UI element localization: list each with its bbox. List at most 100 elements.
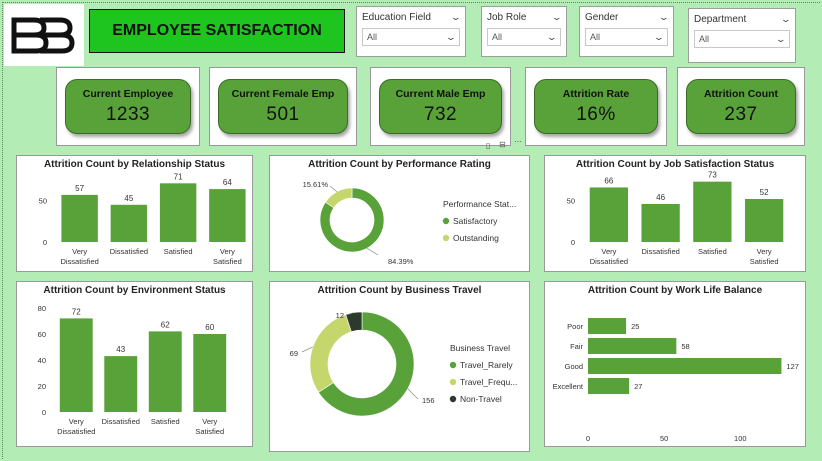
x-tick-label: 100	[734, 434, 747, 443]
x-tick-label: Very	[757, 247, 772, 256]
focus-mode-icon[interactable]: ⊟	[499, 140, 506, 149]
chevron-down-icon[interactable]: ⌄	[451, 12, 462, 23]
kpi-card-attrition-rate: Attrition Rate 16%	[525, 67, 667, 146]
kpi-value: 732	[423, 103, 458, 125]
kpi-label: Current Employee	[82, 87, 174, 100]
y-tick-label: 40	[38, 356, 46, 365]
legend-marker	[442, 234, 450, 242]
donut-slice[interactable]	[324, 187, 353, 209]
slicer-label: Department	[694, 13, 747, 25]
chart-performance-rating: Attrition Count by Performance Rating 84…	[269, 155, 530, 272]
chart-canvas: 50057VeryDissatisfied45Dissatisfied71Sat…	[39, 172, 246, 266]
chart-relationship-status: Attrition Count by Relationship Status 5…	[16, 155, 253, 272]
legend-marker	[449, 361, 457, 369]
slicer-value: All	[590, 32, 601, 42]
kpi-value: 237	[724, 103, 758, 125]
chart-canvas: Poor 25 Fair 58 Good 127 Excellent 27 0 50 100	[553, 318, 799, 443]
bar[interactable]	[104, 356, 138, 412]
chevron-down-icon: ⌄	[445, 31, 457, 42]
kpi-value: 16%	[576, 103, 616, 125]
leader-line	[366, 247, 379, 256]
bar[interactable]	[193, 334, 227, 412]
legend-title: Business Travel	[450, 343, 510, 353]
kpi-card-current-female-emp: Current Female Emp 501	[209, 67, 357, 146]
y-tick-label: 50	[39, 197, 47, 206]
bar[interactable]	[110, 204, 148, 242]
bar[interactable]	[641, 203, 680, 242]
leader-line	[329, 185, 338, 193]
kpi-card-attrition-count: Attrition Count 237	[677, 67, 805, 146]
y-tick-label: Fair	[570, 342, 583, 351]
slicer-gender[interactable]: Gender ⌄ All ⌄	[579, 6, 674, 57]
bar[interactable]	[59, 318, 93, 412]
x-tick-label: Very	[601, 247, 616, 256]
x-tick-label: Satisfied	[698, 247, 727, 256]
kpi-card-current-employee: Current Employee 1233	[56, 67, 200, 146]
chart-canvas: 50066VeryDissatisfied46Dissatisfied73Sat…	[567, 171, 784, 266]
x-tick-label: Satisfied	[195, 427, 224, 436]
chart-business-travel: Attrition Count by Business Travel 156 69…	[269, 281, 530, 452]
chevron-down-icon[interactable]: ⌄	[781, 14, 792, 25]
logo-icon	[11, 17, 75, 54]
y-tick-label: Good	[565, 362, 583, 371]
chevron-down-icon[interactable]: ⌄	[552, 12, 563, 23]
chart-canvas: 84.39% 15.61% Performance Stat... Satisfact…	[303, 180, 517, 266]
data-label: 57	[75, 184, 84, 193]
data-label: 127	[786, 362, 799, 371]
slicer-education-field[interactable]: Education Field ⌄ All ⌄	[356, 6, 466, 57]
bar[interactable]	[588, 358, 782, 374]
slicer-value: All	[492, 32, 503, 42]
legend-marker	[449, 395, 457, 403]
chart-work-life-balance: Attrition Count by Work Life Balance Poo…	[544, 281, 806, 447]
chevron-down-icon: ⌄	[546, 31, 558, 42]
slicer-job-role[interactable]: Job Role ⌄ All ⌄	[481, 6, 567, 57]
data-label: 27	[634, 382, 642, 391]
bar[interactable]	[209, 189, 246, 242]
bar[interactable]	[159, 183, 197, 242]
filter-icon[interactable]: ▯	[486, 141, 490, 150]
bar[interactable]	[744, 199, 784, 242]
kpi-label: Current Male Emp	[395, 87, 486, 100]
slicer-dropdown[interactable]: All ⌄	[694, 30, 790, 48]
slicer-dropdown[interactable]: All ⌄	[487, 28, 561, 46]
x-tick-label: Dissatisfied	[57, 427, 95, 436]
y-tick-label: 50	[567, 197, 575, 206]
donut-slice[interactable]	[309, 314, 352, 393]
bar[interactable]	[588, 378, 630, 394]
x-tick-label: Very	[69, 417, 84, 426]
y-tick-label: 80	[38, 304, 46, 313]
data-label: 156	[422, 396, 435, 405]
x-tick-label: Very	[72, 247, 87, 256]
x-tick-label: Satisfied	[151, 417, 180, 426]
bar[interactable]	[588, 318, 627, 334]
slicer-department[interactable]: Department ⌄ All ⌄	[688, 8, 796, 63]
data-label: 71	[174, 172, 183, 181]
data-label: 84.39%	[388, 257, 414, 266]
data-label: 46	[656, 193, 665, 202]
bar[interactable]	[148, 331, 182, 412]
x-tick-label: Satisfied	[750, 257, 779, 266]
bar[interactable]	[61, 194, 98, 242]
x-tick-label: Very	[202, 417, 217, 426]
y-tick-label: 0	[42, 408, 46, 417]
kpi-label: Current Female Emp	[231, 87, 335, 100]
kpi-label: Attrition Count	[703, 87, 779, 100]
more-options-icon[interactable]: ⋯	[514, 137, 522, 146]
data-label: 66	[604, 176, 613, 185]
slicer-label: Gender	[585, 11, 619, 23]
bar[interactable]	[589, 187, 629, 242]
slicer-value: All	[699, 34, 710, 44]
bar[interactable]	[693, 181, 732, 242]
kpi-card-current-male-emp: Current Male Emp 732	[370, 67, 511, 146]
chevron-down-icon[interactable]: ⌄	[659, 12, 670, 23]
x-tick-label: Satisfied	[213, 257, 242, 266]
slicer-dropdown[interactable]: All ⌄	[362, 28, 460, 46]
legend-marker	[449, 378, 457, 386]
chart-job-satisfaction: Attrition Count by Job Satisfaction Stat…	[544, 155, 806, 272]
slicer-label: Job Role	[487, 11, 527, 23]
slicer-value: All	[367, 32, 378, 42]
bar[interactable]	[588, 338, 677, 354]
slicer-dropdown[interactable]: All ⌄	[585, 28, 668, 46]
y-tick-label: 0	[571, 238, 575, 247]
data-label: 60	[205, 323, 214, 332]
